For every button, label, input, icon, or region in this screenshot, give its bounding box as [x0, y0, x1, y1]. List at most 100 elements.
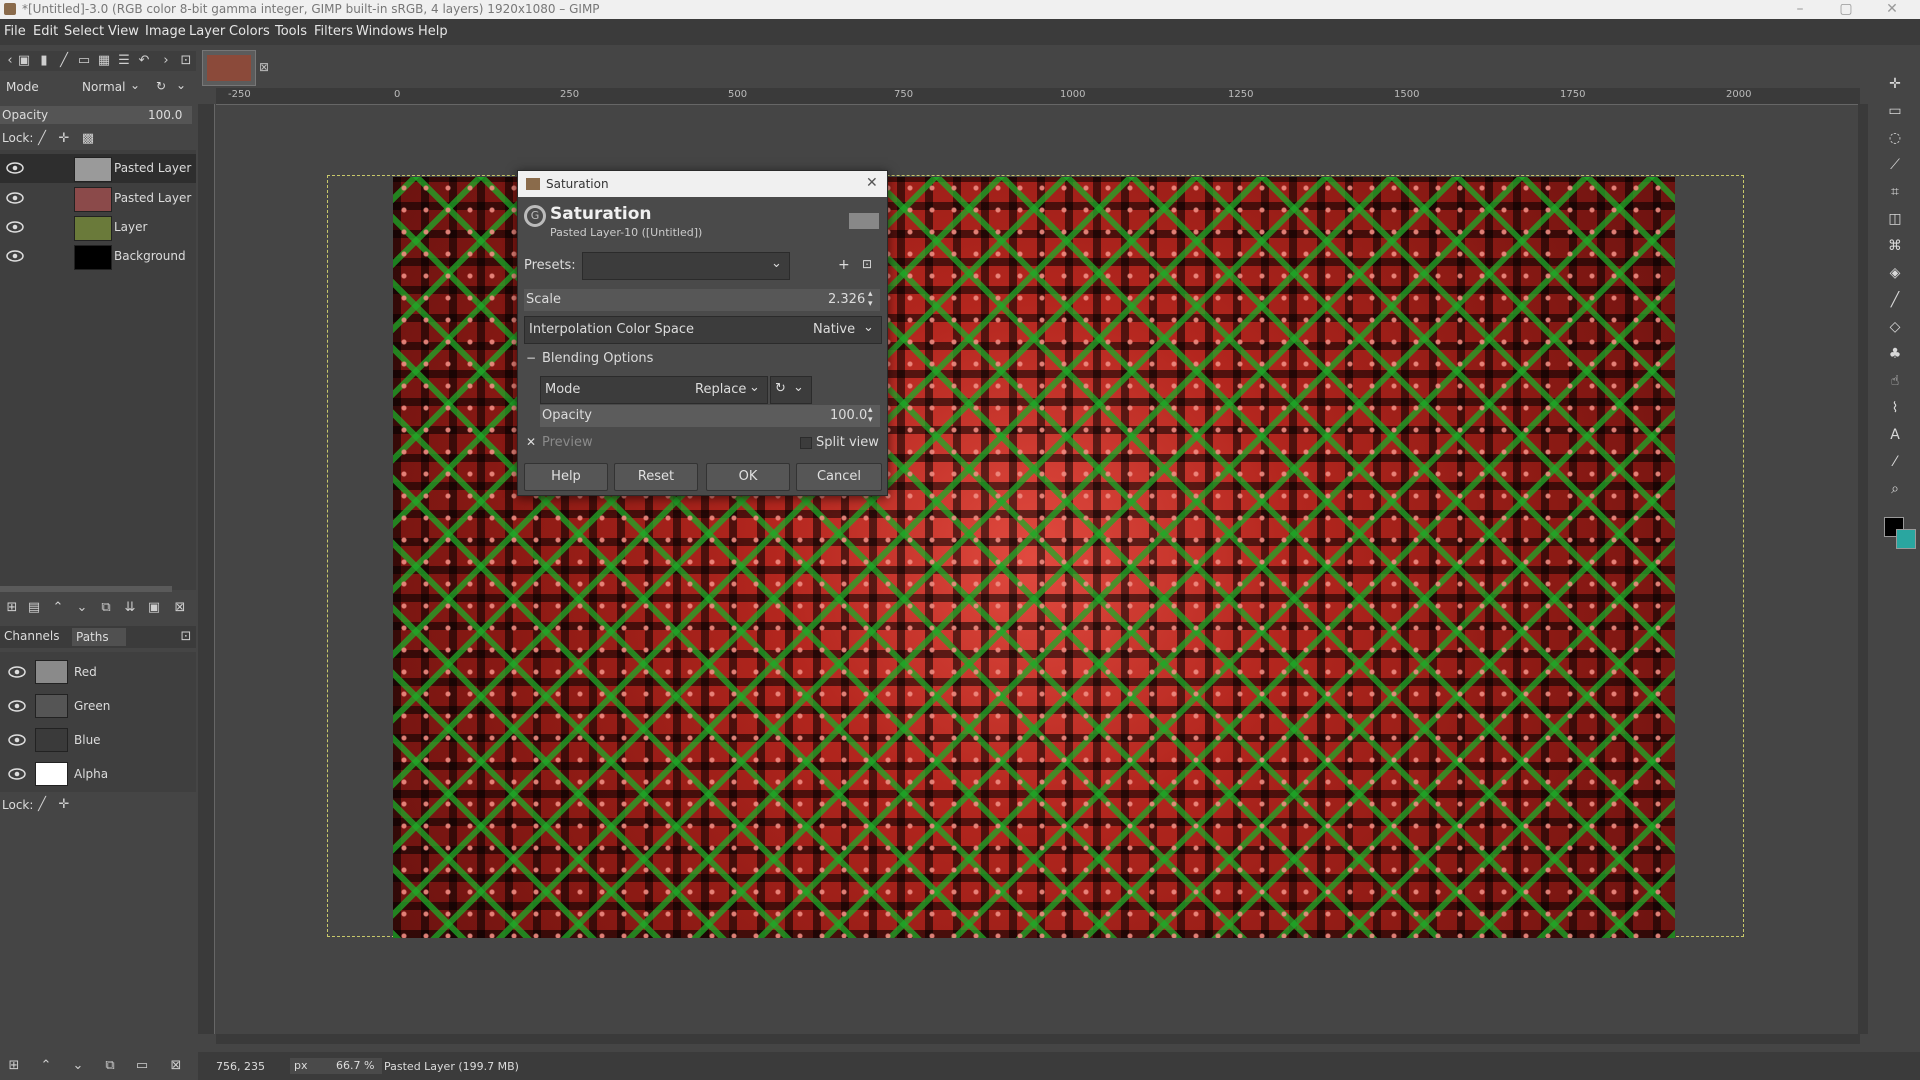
lock-position-icon[interactable]: ✛ — [56, 797, 72, 813]
add-preset-icon[interactable]: + — [838, 257, 850, 273]
smudge-icon[interactable]: ☝ — [1886, 372, 1904, 390]
channel-row[interactable]: Green — [0, 689, 196, 722]
background-color-swatch[interactable] — [1896, 529, 1916, 549]
mode-reset-icon[interactable]: ↻ — [156, 79, 166, 93]
tool-options-icon[interactable]: ▣ — [16, 53, 32, 69]
eye-icon[interactable] — [8, 700, 26, 712]
paintbrush-icon[interactable]: ╱ — [1886, 291, 1904, 309]
presets-combo[interactable]: ⌄ — [582, 252, 790, 280]
zoom-icon[interactable]: ⌕ — [1886, 480, 1904, 498]
lock-position-icon[interactable]: ✛ — [56, 131, 72, 147]
menu-select[interactable]: Select — [64, 24, 104, 39]
eraser-icon[interactable]: ◇ — [1886, 318, 1904, 336]
horizontal-ruler[interactable]: -250 0 250 500 750 1000 1250 1500 1750 2… — [216, 88, 1860, 105]
new-layer-icon[interactable]: ⊞ — [4, 600, 20, 616]
tab-paths[interactable]: Paths — [72, 628, 126, 646]
layer-row[interactable]: Background — [0, 242, 196, 271]
split-view-checkbox[interactable] — [800, 437, 812, 449]
eye-icon[interactable] — [8, 666, 26, 678]
lower-layer-icon[interactable]: ⌄ — [74, 600, 90, 616]
dialog-titlebar[interactable]: Saturation ✕ — [518, 171, 887, 197]
manage-presets-icon[interactable]: ⊡ — [862, 257, 872, 271]
menu-help[interactable]: Help — [418, 24, 448, 39]
transform-icon[interactable]: ◫ — [1886, 210, 1904, 228]
eye-icon[interactable] — [6, 162, 24, 174]
dock-menu-icon[interactable]: ⊡ — [178, 629, 194, 645]
image-tab[interactable] — [202, 50, 256, 86]
bucket-fill-icon[interactable]: ◈ — [1886, 264, 1904, 282]
text-tool-icon[interactable]: A — [1886, 426, 1904, 444]
palette-icon[interactable]: ▮ — [36, 53, 52, 69]
layer-opacity-slider[interactable]: Opacity 100.0 — [0, 106, 192, 124]
channel-to-selection-icon[interactable]: ▭ — [134, 1058, 150, 1074]
chevron-right-icon[interactable]: › — [158, 53, 174, 69]
menu-tools[interactable]: Tools — [275, 24, 307, 39]
close-window-button[interactable]: ✕ — [1872, 0, 1912, 19]
interpolation-color-space-row[interactable]: Interpolation Color Space Native ⌄ — [524, 316, 882, 344]
scale-slider[interactable]: Scale 2.326 ▴ ▾ — [524, 289, 880, 311]
unit-select[interactable]: px — [290, 1058, 332, 1074]
menu-view[interactable]: View — [108, 24, 139, 39]
pattern-icon[interactable]: ▭ — [76, 53, 92, 69]
menu-colors[interactable]: Colors — [229, 24, 270, 39]
merge-layer-icon[interactable]: ⇊ — [122, 600, 138, 616]
interp-value[interactable]: Native — [813, 322, 855, 337]
menu-filters[interactable]: Filters — [314, 24, 353, 39]
channel-row[interactable]: Red — [0, 655, 196, 688]
channel-row[interactable]: Alpha — [0, 757, 196, 790]
crop-icon[interactable]: ⌗ — [1886, 183, 1904, 201]
horizontal-scrollbar[interactable] — [216, 1034, 1860, 1044]
lower-channel-icon[interactable]: ⌄ — [70, 1058, 86, 1074]
composite-mode-combo[interactable]: ↻ ⌄ — [770, 376, 812, 404]
close-icon[interactable]: ✕ — [866, 175, 878, 191]
layers-tab-icon[interactable]: ☰ — [116, 53, 132, 69]
raise-layer-icon[interactable]: ⌃ — [50, 600, 66, 616]
color-picker-icon[interactable]: ⁄ — [1886, 453, 1904, 471]
blend-mode-combo[interactable]: Mode Replace ⌄ — [540, 376, 768, 404]
rect-select-icon[interactable]: ▭ — [1886, 102, 1904, 120]
help-button[interactable]: Help — [524, 463, 608, 491]
mode-select[interactable]: Normal — [82, 80, 125, 94]
vertical-ruler[interactable] — [198, 104, 215, 1034]
spin-arrows-icon[interactable]: ▴ ▾ — [868, 289, 873, 309]
duplicate-channel-icon[interactable]: ⧉ — [102, 1058, 118, 1074]
ok-button[interactable]: OK — [706, 463, 790, 491]
layer-row[interactable]: Pasted Layer — [0, 184, 196, 213]
cancel-button[interactable]: Cancel — [796, 463, 882, 491]
gradient-icon[interactable]: ▦ — [96, 53, 112, 69]
new-channel-icon[interactable]: ⊞ — [6, 1058, 22, 1074]
eye-icon[interactable] — [8, 734, 26, 746]
spin-arrows-icon[interactable]: ▴ ▾ — [868, 405, 873, 425]
preview-checkbox[interactable]: ✕ — [526, 435, 536, 449]
chevron-down-icon[interactable]: ⌄ — [130, 78, 140, 92]
blending-options-label[interactable]: Blending Options — [542, 351, 653, 366]
menu-image[interactable]: Image — [145, 24, 186, 39]
menu-windows[interactable]: Windows — [356, 24, 414, 39]
lock-pixels-icon[interactable]: ╱ — [34, 797, 50, 813]
mask-icon[interactable]: ▣ — [146, 600, 162, 616]
eye-icon[interactable] — [6, 250, 24, 262]
move-tool-icon[interactable]: ✛ — [1886, 75, 1904, 93]
minimize-button[interactable]: – — [1780, 0, 1820, 19]
new-group-icon[interactable]: ▤ — [26, 600, 42, 616]
menu-edit[interactable]: Edit — [33, 24, 58, 39]
lasso-icon[interactable]: ◌ — [1886, 129, 1904, 147]
layer-row[interactable]: Layer — [0, 213, 196, 242]
close-tab-icon[interactable]: ⊠ — [259, 60, 269, 74]
undo-history-icon[interactable]: ↶ — [136, 53, 152, 69]
reset-button[interactable]: Reset — [614, 463, 698, 491]
clone-icon[interactable]: ♣ — [1886, 345, 1904, 363]
fuzzy-select-icon[interactable]: ⟋ — [1886, 156, 1904, 174]
delete-channel-icon[interactable]: ⊠ — [168, 1058, 184, 1074]
delete-layer-icon[interactable]: ⊠ — [172, 600, 188, 616]
vertical-scrollbar[interactable] — [1858, 104, 1868, 1034]
lock-alpha-icon[interactable]: ▩ — [80, 131, 96, 147]
warp-icon[interactable]: ⌘ — [1886, 237, 1904, 255]
dock-menu-icon[interactable]: ⊡ — [178, 53, 194, 69]
chevron-down-icon[interactable]: ⌄ — [176, 78, 186, 92]
eye-icon[interactable] — [6, 192, 24, 204]
layers-hscrollbar[interactable] — [0, 586, 172, 592]
layer-row[interactable]: Pasted Layer — [0, 154, 196, 183]
zoom-select[interactable]: 66.7 % — [332, 1058, 382, 1074]
tab-channels[interactable]: Channels — [4, 629, 60, 643]
